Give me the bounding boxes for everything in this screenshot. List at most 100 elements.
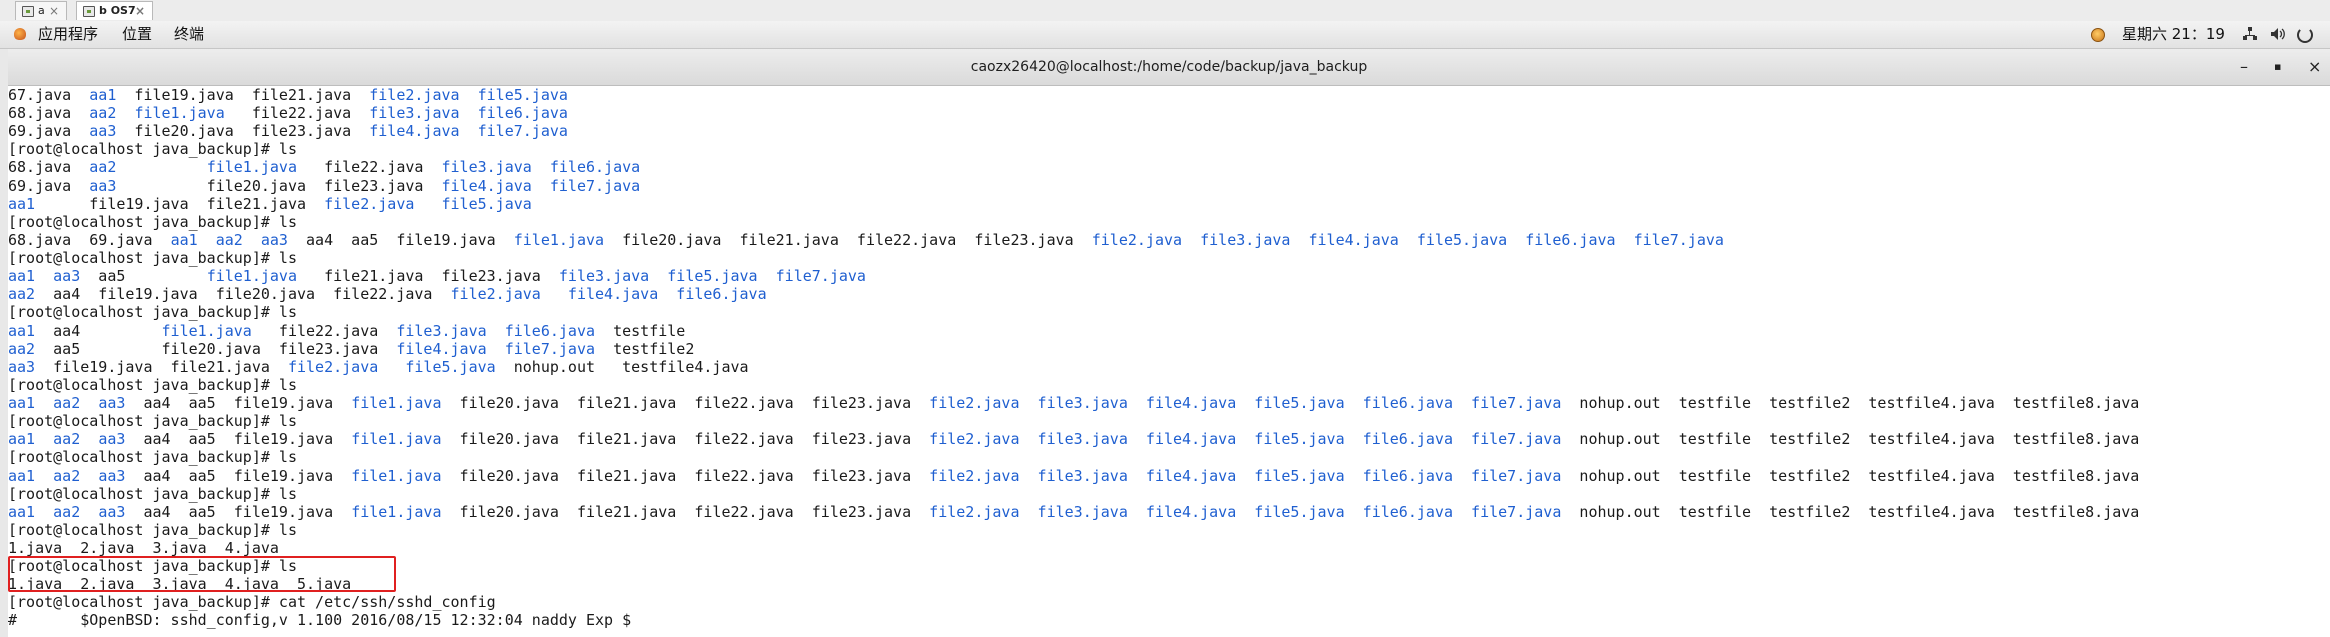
host-tab-strip: a × b OS7 × xyxy=(0,0,2330,22)
terminal-text: [root@localhost java_backup]# ls xyxy=(8,375,297,394)
terminal-text: [root@localhost java_backup]# ls xyxy=(8,212,297,231)
terminal-text: 68.java xyxy=(8,158,90,177)
directory-entry: file4.java xyxy=(1145,394,1237,413)
network-icon[interactable] xyxy=(2243,27,2257,41)
terminal-text: 1.java 2.java 3.java 4.java 5.java xyxy=(8,575,352,594)
terminal-text: nohup.out testfile4.java xyxy=(495,357,749,376)
close-icon[interactable]: × xyxy=(49,2,59,20)
host-tab-os7[interactable]: b OS7 × xyxy=(76,1,153,20)
terminal-text: 1.java 2.java 3.java 4.java xyxy=(8,539,279,557)
directory-entry: file5.java xyxy=(667,267,758,286)
terminal-text: file20.java file21.java file22.java file… xyxy=(604,230,1092,249)
directory-entry: file3.java xyxy=(441,158,532,177)
terminal-text: file22.java xyxy=(251,321,397,340)
directory-entry: file2.java xyxy=(369,86,460,104)
terminal-text: file19.java file21.java xyxy=(116,86,370,104)
terminal-line: [root@localhost java_backup]# ls xyxy=(8,521,297,539)
directory-entry: file7.java xyxy=(775,267,866,286)
directory-entry: file3.java xyxy=(369,104,460,123)
directory-entry: file6.java xyxy=(676,285,767,304)
directory-entry: file1.java xyxy=(351,394,442,413)
terminal-text: 69.java xyxy=(8,122,90,141)
close-icon[interactable]: × xyxy=(135,2,145,20)
menu-terminal[interactable]: 终端 xyxy=(174,21,204,48)
close-button[interactable]: × xyxy=(2308,49,2321,85)
terminal-output[interactable]: 67.java aa1 file19.java file21.java file… xyxy=(8,86,2330,637)
directory-entry: file2.java xyxy=(929,466,1020,485)
directory-entry: file7.java xyxy=(1471,466,1562,485)
maximize-button[interactable]: ▪ xyxy=(2274,49,2281,85)
terminal-line: 68.java aa2 file1.java file22.java file3… xyxy=(8,104,568,122)
terminal-line: aa1 file19.java file21.java file2.java f… xyxy=(8,195,532,213)
directory-entry: file1.java xyxy=(206,158,297,177)
terminal-text: 69.java xyxy=(8,176,90,195)
directory-entry: file7.java xyxy=(1471,430,1562,449)
volume-icon[interactable] xyxy=(2270,27,2285,41)
menu-places[interactable]: 位置 xyxy=(122,21,152,48)
directory-entry: file5.java xyxy=(405,357,496,376)
terminal-line: [root@localhost java_backup]# ls xyxy=(8,485,297,503)
directory-entry: aa2 xyxy=(215,230,243,249)
minimize-button[interactable]: – xyxy=(2240,49,2248,85)
terminal-line: [root@localhost java_backup]# ls xyxy=(8,249,297,267)
panel-clock[interactable]: 星期六 21：19 xyxy=(2122,21,2225,48)
directory-entry: file6.java xyxy=(1362,466,1453,485)
terminal-line: # $OpenBSD: sshd_config,v 1.100 2016/08/… xyxy=(8,611,631,629)
terminal-text: [root@localhost java_backup]# ls xyxy=(8,520,297,539)
directory-entry: file3.java xyxy=(1037,430,1128,449)
power-icon[interactable] xyxy=(2297,27,2313,43)
terminal-text: [root@localhost java_backup]# cat /etc/s… xyxy=(8,593,496,612)
directory-entry: file1.java xyxy=(351,430,442,449)
terminal-text: [root@localhost java_backup]# ls xyxy=(8,484,297,503)
terminal-text: [root@localhost java_backup]# ls xyxy=(8,412,297,431)
directory-entry: aa2 xyxy=(89,104,117,123)
terminal-line: aa1 aa3 aa5 file1.java file21.java file2… xyxy=(8,267,866,285)
terminal-line: aa1 aa2 aa3 aa4 aa5 file19.java file1.ja… xyxy=(8,467,2139,485)
terminal-text: aa4 xyxy=(35,321,162,340)
directory-entry: file3.java xyxy=(396,321,487,340)
directory-entry: file2.java xyxy=(1091,230,1183,249)
directory-entry: aa2 xyxy=(8,285,36,304)
host-tab-a[interactable]: a × xyxy=(15,1,67,20)
directory-entry: file1.java xyxy=(161,321,252,340)
directory-entry: file2.java xyxy=(450,285,541,304)
directory-entry: aa1 xyxy=(8,267,36,286)
directory-entry: file7.java xyxy=(1471,502,1562,521)
directory-entry: file7.java xyxy=(477,122,568,141)
directory-entry: file1.java xyxy=(351,502,442,521)
directory-entry: file2.java xyxy=(929,394,1020,413)
terminal-line: [root@localhost java_backup]# ls xyxy=(8,448,297,466)
terminal-text: aa4 aa5 file19.java xyxy=(125,394,352,413)
terminal-line: [root@localhost java_backup]# ls xyxy=(8,412,297,430)
terminal-text: file20.java file21.java file22.java file… xyxy=(441,466,930,485)
directory-entry: file4.java xyxy=(1145,430,1237,449)
directory-entry: file5.java xyxy=(1254,430,1345,449)
terminal-line: aa1 aa2 aa3 aa4 aa5 file19.java file1.ja… xyxy=(8,503,2139,521)
terminal-titlebar[interactable]: caozx26420@localhost:/home/code/backup/j… xyxy=(8,49,2330,86)
terminal-text: file20.java file21.java file22.java file… xyxy=(441,430,930,449)
menu-applications[interactable]: 应用程序 xyxy=(38,21,98,48)
directory-entry: aa1 xyxy=(8,430,36,449)
directory-entry: aa3 xyxy=(98,430,126,449)
directory-entry: aa1 xyxy=(8,321,36,340)
